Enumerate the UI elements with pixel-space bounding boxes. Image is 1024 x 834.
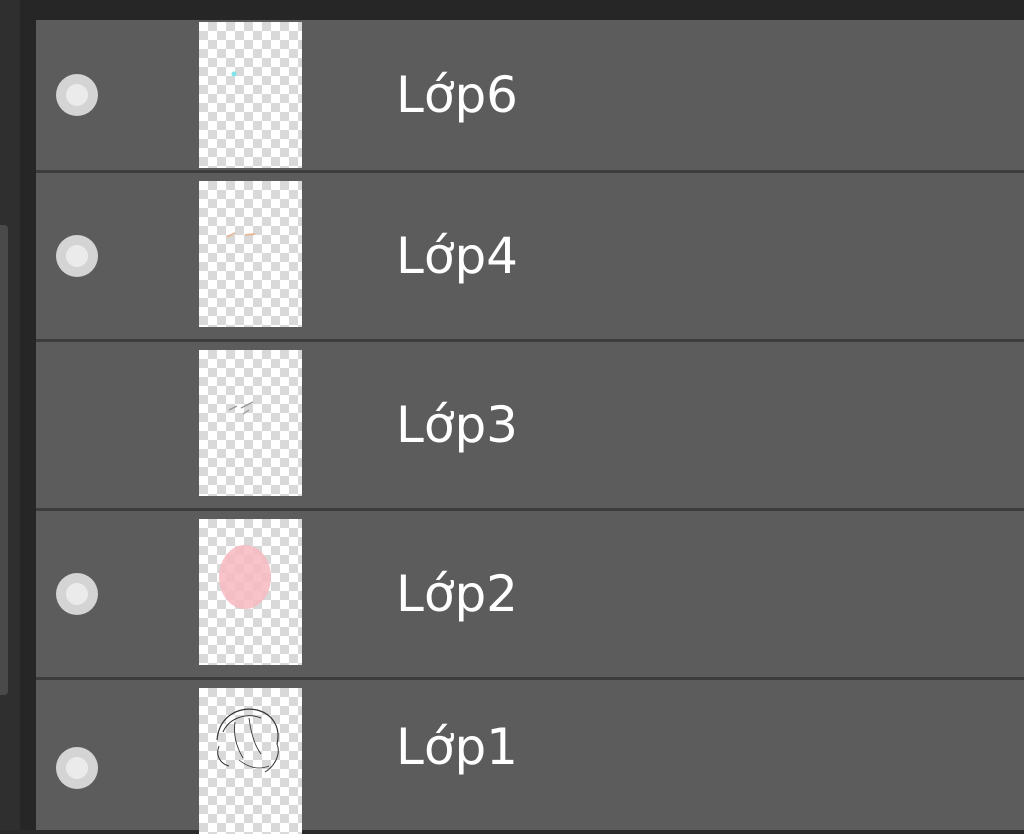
gray-strokes-thumbnail-art xyxy=(228,401,254,415)
visibility-eye-icon[interactable] xyxy=(56,573,98,615)
layers-list: Lớp6 Lớp4 Lớp3 Lớp2 Lớp1 xyxy=(36,20,1024,834)
layer-name: Lớp2 xyxy=(396,565,518,623)
visibility-eye-icon[interactable] xyxy=(56,235,98,277)
layer-name: Lớp6 xyxy=(396,66,518,124)
layer-thumbnail xyxy=(199,181,302,327)
layer-row[interactable]: Lớp4 xyxy=(36,173,1024,342)
layer-name: Lớp3 xyxy=(396,396,518,454)
layer-thumbnail xyxy=(199,350,302,496)
scrollbar-handle[interactable] xyxy=(0,225,8,695)
cyan-dot-thumbnail-art xyxy=(231,71,237,77)
left-edge-divider xyxy=(20,0,36,830)
panel-top-bar xyxy=(0,0,1024,20)
layer-name: Lớp4 xyxy=(396,227,518,285)
pink-blob-thumbnail-art xyxy=(219,545,271,609)
layer-row[interactable]: Lớp2 xyxy=(36,511,1024,680)
layer-row[interactable]: Lớp6 xyxy=(36,20,1024,173)
layer-row[interactable]: Lớp3 xyxy=(36,342,1024,511)
peach-strokes-thumbnail-art xyxy=(226,232,256,238)
layer-thumbnail xyxy=(199,22,302,168)
visibility-eye-icon[interactable] xyxy=(56,747,98,789)
layer-name: Lớp1 xyxy=(396,718,518,776)
layer-thumbnail xyxy=(199,688,302,834)
layer-thumbnail xyxy=(199,519,302,665)
hair-sketch-thumbnail-art xyxy=(216,708,279,773)
visibility-eye-icon[interactable] xyxy=(56,74,98,116)
layer-row[interactable]: Lớp1 xyxy=(36,680,1024,834)
